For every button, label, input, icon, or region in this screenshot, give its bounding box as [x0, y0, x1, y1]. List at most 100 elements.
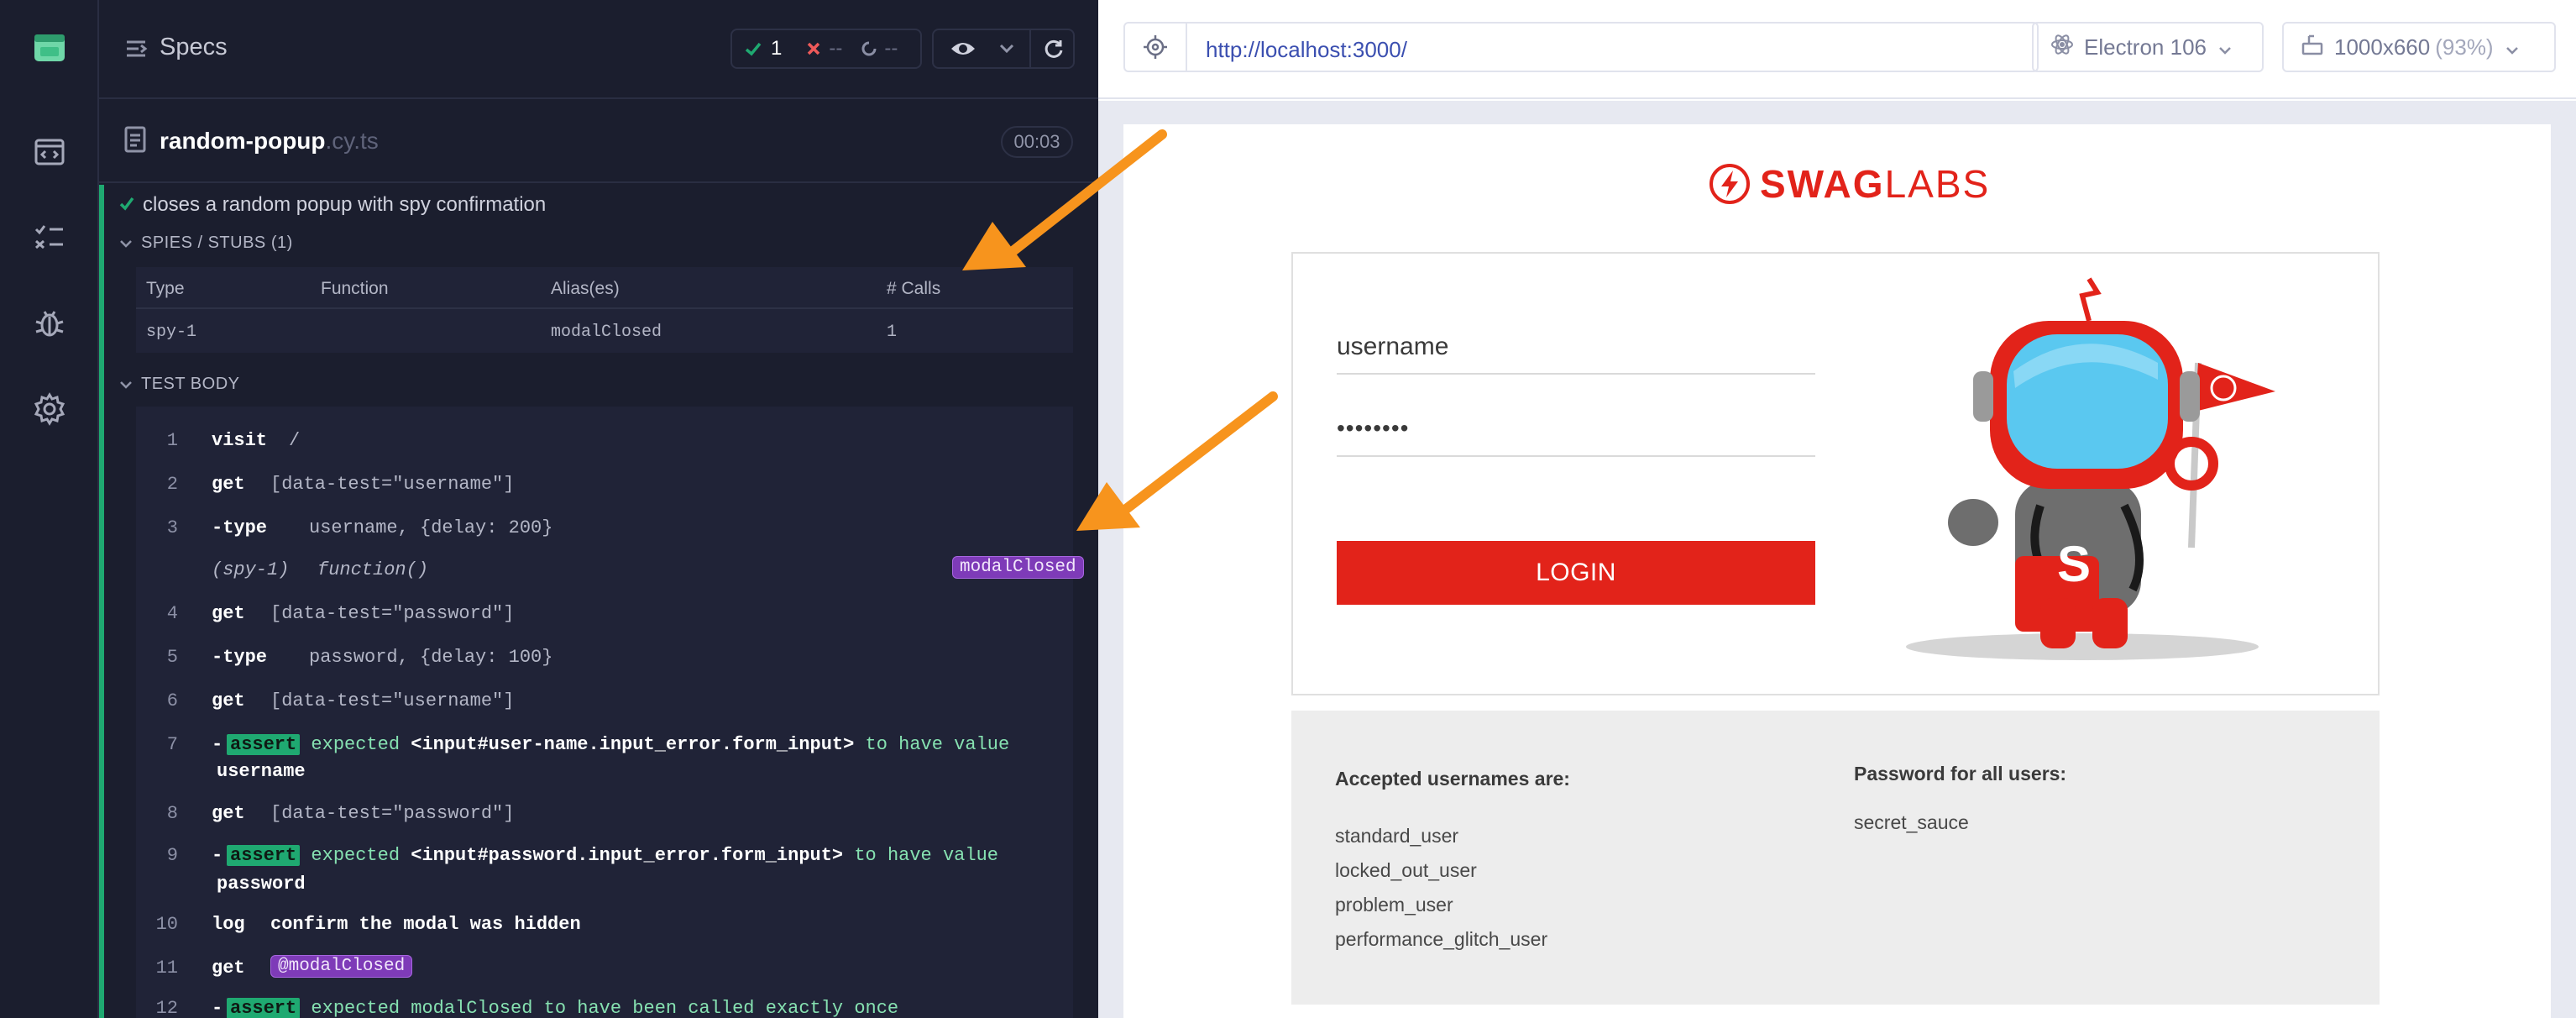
col-calls: # Calls: [887, 279, 941, 298]
command-number: 4: [166, 603, 178, 624]
specs-list-icon[interactable]: [124, 37, 148, 65]
assert-subject: <input#password.input_error.form_input>: [411, 845, 844, 866]
test-title-row[interactable]: closes a random popup with spy confirmat…: [119, 193, 546, 217]
command-args: password, {delay: 100}: [309, 647, 553, 668]
spec-file-row: random-popup.cy.ts 00:03: [99, 101, 1098, 183]
runs-nav-icon[interactable]: [29, 217, 71, 259]
test-body-section-label: TEST BODY: [141, 375, 240, 393]
command-args: [data-test="username"]: [270, 690, 515, 711]
failed-count: --: [829, 37, 843, 60]
robot-mascot-image: S: [1906, 277, 2275, 660]
table-row[interactable]: spy-1 modalClosed 1: [136, 311, 1073, 353]
assert-text: expected modalClosed to have been called…: [311, 998, 899, 1018]
specs-nav-icon[interactable]: [29, 131, 71, 173]
command-number: 5: [166, 647, 178, 668]
viewport-dropdown[interactable]: 1000x660 (93%): [2282, 22, 2556, 72]
command-name: -: [212, 734, 223, 755]
spec-file-name[interactable]: random-popup.cy.ts: [160, 128, 379, 155]
command-args: confirm the modal was hidden: [270, 914, 581, 935]
swag-labs-logo: SWAGLABS: [1709, 161, 1990, 207]
assert-badge: assert: [227, 734, 301, 755]
reporter-panel: Specs 1 -- -- random-popup.cy.ts 00:03 c…: [99, 0, 1098, 1018]
browser-label: Electron 106: [2084, 34, 2207, 60]
command-args: username, {delay: 200}: [309, 517, 553, 538]
app-logo-icon[interactable]: [29, 27, 71, 69]
test-detail: closes a random popup with spy confirmat…: [99, 185, 1098, 1018]
username-field[interactable]: username: [1337, 333, 1815, 375]
pass-indicator-bar: [99, 185, 104, 1018]
command-args: [data-test="password"]: [270, 603, 515, 624]
col-aliases: Alias(es): [551, 279, 620, 298]
aut-viewport: SWAGLABS username •••••••• LOGIN S Accep…: [1098, 101, 2576, 1018]
chevron-down-icon: [120, 239, 132, 248]
command-number: 7: [166, 734, 178, 755]
pending-icon: [861, 40, 877, 57]
divider: [1029, 30, 1031, 67]
chevron-down-icon[interactable]: [987, 30, 1026, 67]
col-type: Type: [146, 279, 185, 298]
check-icon: [119, 193, 134, 217]
password-heading: Password for all users:: [1854, 763, 2067, 784]
logo-bold-text: SWAG: [1760, 162, 1885, 206]
command-number: 6: [166, 690, 178, 711]
alias-badge: @modalClosed: [270, 955, 413, 978]
password-text: secret_sauce: [1854, 811, 1969, 833]
debug-nav-icon[interactable]: [29, 302, 71, 344]
password-value: ••••••••: [1337, 415, 1410, 441]
passed-count: 1: [771, 37, 783, 60]
selector-playground-icon[interactable]: [1125, 24, 1187, 71]
electron-icon: [2050, 33, 2074, 62]
viewport-scale: (93%): [2435, 34, 2494, 60]
settings-nav-icon[interactable]: [29, 388, 71, 430]
command-name: get: [212, 958, 245, 979]
command-number: 1: [166, 430, 178, 451]
logo-wordmark: SWAGLABS: [1760, 161, 1990, 207]
command-name: -: [212, 845, 223, 866]
command-number: 2: [166, 474, 178, 495]
chevron-down-icon: [2218, 34, 2232, 60]
command-name: get: [212, 803, 245, 824]
spy-alias: modalClosed: [551, 323, 662, 342]
swag-logo-icon: [1709, 164, 1750, 204]
viewport-icon: [2301, 33, 2324, 62]
assert-subject: <input#user-name.input_error.form_input>: [411, 734, 855, 755]
spies-section-header[interactable]: SPIES / STUBS (1): [119, 234, 293, 253]
assert-badge: assert: [227, 845, 301, 866]
accepted-usernames-heading: Accepted usernames are:: [1335, 768, 1570, 790]
list-item: performance_glitch_user: [1335, 928, 1548, 950]
url-text[interactable]: http://localhost:3000/: [1206, 37, 1407, 63]
spec-ext-text: .cy.ts: [325, 128, 379, 154]
aut-header: http://localhost:3000/ Electron 106 1000…: [1098, 0, 2576, 99]
rerun-icon[interactable]: [1033, 30, 1075, 67]
eye-icon[interactable]: [942, 30, 984, 67]
command-number: 11: [155, 958, 178, 979]
pending-count: --: [884, 37, 898, 60]
file-icon: [124, 126, 146, 157]
url-bar[interactable]: http://localhost:3000/: [1123, 22, 2039, 72]
spies-section-label: SPIES / STUBS (1): [141, 234, 293, 252]
assert-text: to have value: [865, 734, 1010, 755]
login-button[interactable]: LOGIN: [1337, 541, 1815, 605]
assert-value: password: [217, 874, 306, 895]
browser-dropdown[interactable]: Electron 106: [2032, 22, 2264, 72]
list-item: locked_out_user: [1335, 859, 1477, 881]
command-number: 3: [166, 517, 178, 538]
test-body-section-header[interactable]: TEST BODY: [119, 375, 240, 394]
assert-message: assert expected <input#password.input_er…: [227, 845, 998, 866]
command-number: 8: [166, 803, 178, 824]
assert-badge: assert: [227, 998, 301, 1018]
specs-title[interactable]: Specs: [160, 34, 228, 61]
command-name: log: [212, 914, 245, 935]
command-args: /: [289, 430, 301, 451]
command-args: [data-test="username"]: [270, 474, 515, 495]
command-name: -type: [212, 517, 268, 538]
spies-table: Type Function Alias(es) # Calls spy-1 mo…: [136, 267, 1073, 353]
test-stats: 1 -- --: [730, 29, 922, 69]
password-field[interactable]: ••••••••: [1337, 415, 1815, 457]
spies-table-header: Type Function Alias(es) # Calls: [136, 267, 1073, 309]
assert-value: username: [217, 761, 306, 782]
command-number: 9: [166, 845, 178, 866]
spy-type: spy-1: [146, 323, 197, 342]
col-function: Function: [321, 279, 389, 298]
command-name: get: [212, 690, 245, 711]
